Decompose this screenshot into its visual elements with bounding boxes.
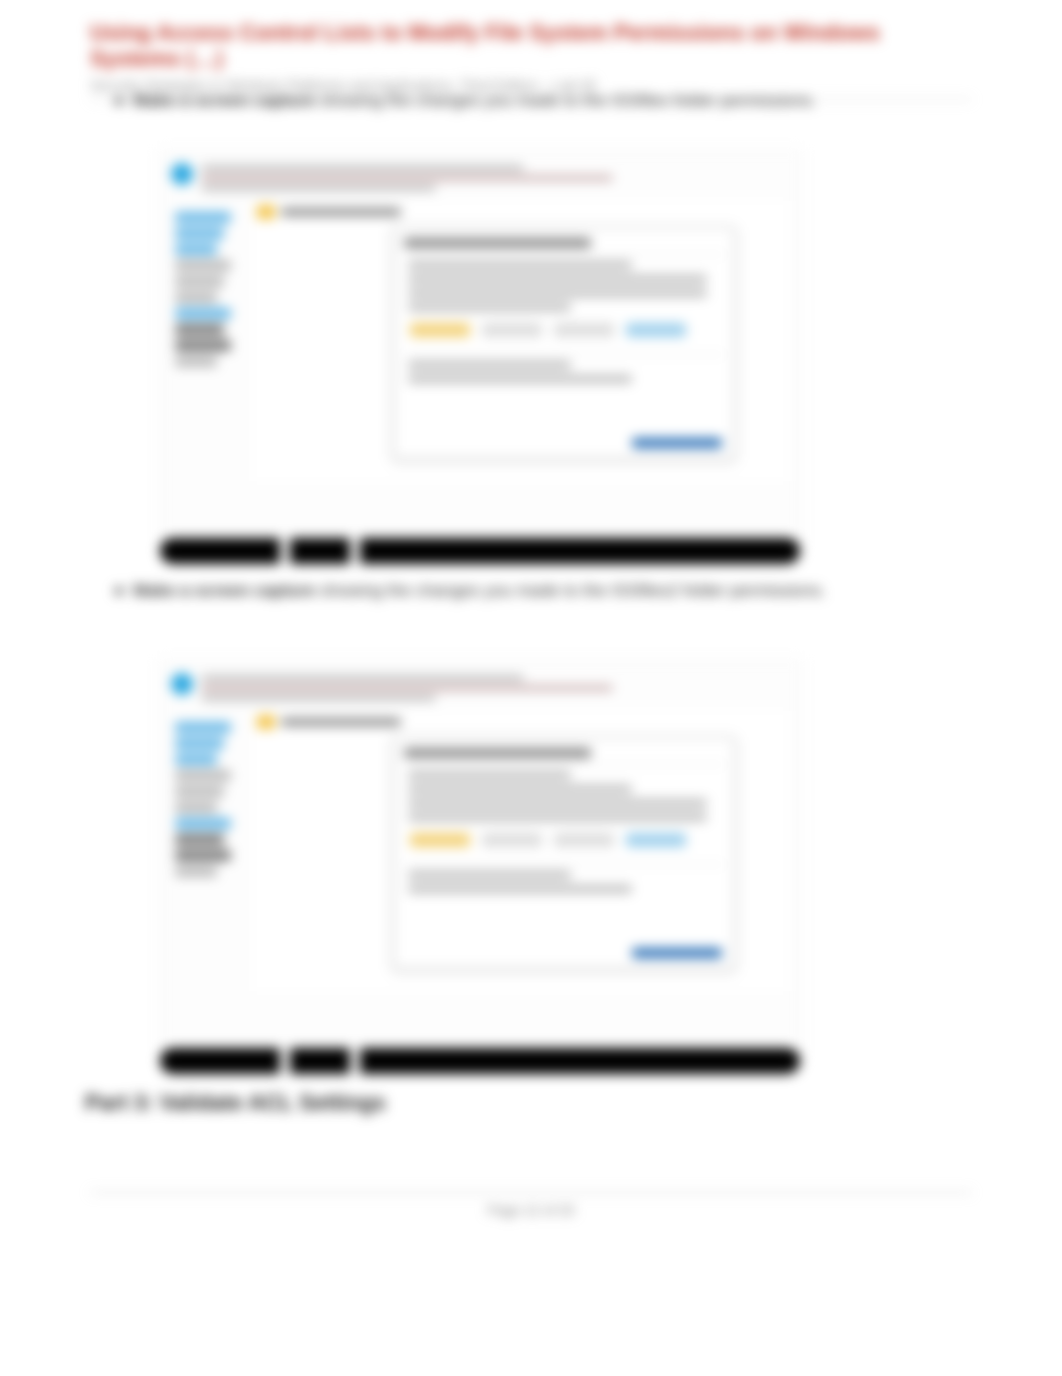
window-titlebar (167, 669, 795, 705)
app-icon (171, 673, 193, 695)
instruction-1-lead: Make a screen capture (133, 91, 315, 110)
properties-dialog (393, 227, 735, 459)
folder-row (257, 205, 401, 219)
page-header: Using Access Control Lists to Modify Fil… (90, 20, 972, 100)
section-heading-part3: Part 3: Validate ACL Settings (85, 1090, 386, 1116)
instruction-item-1: Make a screen capture showing the change… (115, 90, 816, 113)
window-titlebar (167, 159, 795, 195)
instruction-1-rest: showing the changes you made to the ISSf… (320, 91, 816, 110)
instruction-2-lead: Make a screen capture (133, 581, 315, 600)
dialog-title (404, 238, 591, 248)
page-title: Using Access Control Lists to Modify Fil… (90, 20, 972, 73)
dialog-action-link[interactable] (632, 948, 722, 958)
footer-rule (90, 1192, 972, 1193)
folder-label (281, 718, 401, 726)
permission-chips (404, 319, 724, 346)
explorer-body (253, 711, 787, 991)
folder-icon (257, 205, 275, 219)
explorer-sidebar (171, 207, 241, 372)
bullet-icon (115, 587, 123, 595)
folder-icon (257, 715, 275, 729)
explorer-body (253, 201, 787, 481)
redaction-bar-2 (160, 1048, 800, 1074)
folder-row (257, 715, 401, 729)
redaction-bar-1 (160, 538, 800, 564)
instruction-2-rest: showing the changes you made to the ISSf… (320, 581, 826, 600)
dialog-action-link[interactable] (632, 438, 722, 448)
document-page: Using Access Control Lists to Modify Fil… (0, 0, 1062, 1376)
explorer-sidebar (171, 717, 241, 882)
permission-chips (404, 829, 724, 856)
properties-dialog (393, 737, 735, 969)
dialog-title (404, 748, 591, 758)
footer-page-number: Page 12 of 20 (0, 1202, 1062, 1218)
screenshot-2 (160, 660, 802, 1062)
app-icon (171, 163, 193, 185)
bullet-icon (115, 97, 123, 105)
screenshot-1 (160, 150, 802, 552)
instruction-item-2: Make a screen capture showing the change… (115, 580, 826, 603)
folder-label (281, 208, 401, 216)
